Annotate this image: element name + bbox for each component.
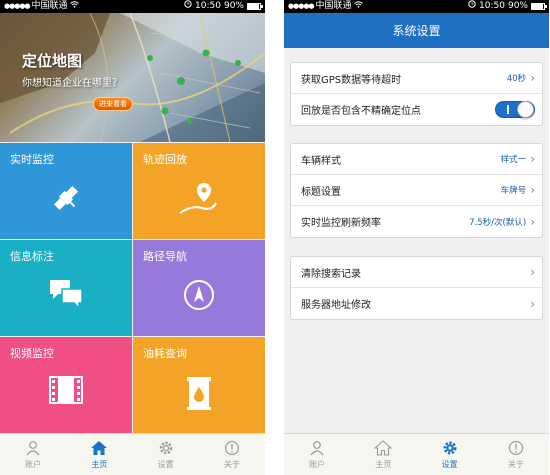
settings-group-gps: 获取GPS数据等待超时 40秒 › 回放是否包含不精确定位点 xyxy=(290,62,543,126)
setting-value: 40秒 xyxy=(506,74,527,84)
nav-label: 账户 xyxy=(309,460,326,469)
setting-value: 车牌号 xyxy=(500,186,527,196)
banner-subtitle: 你想知道企业在哪里？ xyxy=(22,78,122,89)
setting-label: 实时监控刷新频率 xyxy=(301,218,381,229)
nav-item-account[interactable]: 账户 xyxy=(0,434,66,475)
battery-percent: 90% xyxy=(507,1,528,11)
oil-barrel-icon xyxy=(133,375,265,411)
banner-title: 定位地图 xyxy=(22,52,83,70)
settings-group-misc: 清除搜索记录 › 服务器地址修改 › xyxy=(290,256,543,320)
feature-grid: 实时监控 轨迹回放 信息标注 路径导航 视频监控 油耗查询 xyxy=(0,143,265,433)
banner-enter-button[interactable]: 进来看看 xyxy=(93,97,133,111)
info-icon xyxy=(508,439,524,457)
setting-vehicle-style[interactable]: 车辆样式 样式一 › xyxy=(291,144,542,175)
setting-label: 标题设置 xyxy=(301,186,341,198)
tile-label: 油耗查询 xyxy=(143,347,187,360)
chevron-right-icon: › xyxy=(530,265,535,279)
location-pin-icon xyxy=(133,181,265,217)
nav-label: 主页 xyxy=(91,460,108,469)
alarm-clock-icon xyxy=(184,0,192,13)
bottom-nav: 账户 主页 设置 关于 xyxy=(0,433,265,475)
imprecise-points-toggle[interactable] xyxy=(495,101,535,118)
setting-label: 服务器地址修改 xyxy=(301,300,371,311)
status-time: 10:50 xyxy=(479,1,505,11)
status-bar: ●●●●● 中国联通 10:50 90% xyxy=(284,0,549,13)
bottom-nav: 账户 主页 设置 关于 xyxy=(284,433,549,475)
tile-video-monitor[interactable]: 视频监控 xyxy=(0,337,132,433)
setting-include-imprecise-points: 回放是否包含不精确定位点 xyxy=(291,94,542,125)
home-screen: ●●●●● 中国联通 10:50 90% 定位地图 你想知道企业在哪里？ 进来看… xyxy=(0,0,265,475)
film-icon xyxy=(0,375,132,405)
toggle-on-mark xyxy=(507,105,509,114)
tile-label: 路径导航 xyxy=(143,250,187,263)
tile-track-playback[interactable]: 轨迹回放 xyxy=(133,143,265,239)
setting-label: 获取GPS数据等待超时 xyxy=(301,74,402,86)
wifi-icon xyxy=(69,0,79,13)
nav-label: 设置 xyxy=(441,460,458,469)
tile-info-annotation[interactable]: 信息标注 xyxy=(0,240,132,336)
setting-clear-search-history[interactable]: 清除搜索记录 › xyxy=(291,257,542,288)
setting-refresh-rate[interactable]: 实时监控刷新频率 7.5秒/次(默认) › xyxy=(291,206,542,237)
signal-strength-icon: ●●●●● xyxy=(4,2,31,10)
signal-strength-icon: ●●●●● xyxy=(288,2,315,10)
setting-label: 清除搜索记录 xyxy=(301,268,361,280)
chevron-right-icon: › xyxy=(530,214,535,229)
tile-realtime-monitor[interactable]: 实时监控 xyxy=(0,143,132,239)
nav-item-home[interactable]: 主页 xyxy=(350,434,416,475)
setting-value: 样式一 xyxy=(500,155,527,165)
chevron-right-icon: › xyxy=(530,296,535,311)
tile-label: 轨迹回放 xyxy=(143,153,187,166)
carrier-name: 中国联通 xyxy=(315,1,352,11)
setting-gps-timeout[interactable]: 获取GPS数据等待超时 40秒 › xyxy=(291,63,542,94)
nav-item-about[interactable]: 关于 xyxy=(483,434,549,475)
alarm-clock-icon xyxy=(468,0,476,13)
home-icon xyxy=(374,439,393,457)
page-title: 系统设置 xyxy=(284,13,549,48)
chat-bubbles-icon xyxy=(0,278,132,310)
chevron-right-icon: › xyxy=(530,71,535,85)
tile-route-navigation[interactable]: 路径导航 xyxy=(133,240,265,336)
setting-title[interactable]: 标题设置 车牌号 › xyxy=(291,175,542,206)
setting-label: 回放是否包含不精确定位点 xyxy=(301,106,421,117)
user-icon xyxy=(309,439,325,457)
compass-icon xyxy=(133,278,265,312)
nav-label: 关于 xyxy=(223,460,240,469)
tile-label: 视频监控 xyxy=(10,347,54,360)
nav-item-home[interactable]: 主页 xyxy=(66,434,132,475)
nav-item-account[interactable]: 账户 xyxy=(284,434,350,475)
nav-label: 关于 xyxy=(507,460,524,469)
toggle-knob xyxy=(517,101,534,118)
carrier-name: 中国联通 xyxy=(31,1,68,11)
tile-fuel-query[interactable]: 油耗查询 xyxy=(133,337,265,433)
chevron-right-icon: › xyxy=(530,152,535,166)
setting-label: 车辆样式 xyxy=(301,155,341,167)
setting-server-address[interactable]: 服务器地址修改 › xyxy=(291,288,542,319)
gear-icon xyxy=(442,439,458,457)
satellite-icon xyxy=(0,181,132,215)
wifi-icon xyxy=(353,0,363,13)
info-icon xyxy=(224,439,240,457)
nav-item-settings[interactable]: 设置 xyxy=(417,434,483,475)
map-banner[interactable]: 定位地图 你想知道企业在哪里？ 进来看看 xyxy=(0,13,265,142)
settings-screen: ●●●●● 中国联通 10:50 90% 系统设置 获取GPS数据等待超时 40… xyxy=(284,0,549,475)
nav-label: 账户 xyxy=(25,460,42,469)
battery-icon xyxy=(531,3,547,10)
battery-icon xyxy=(247,3,263,10)
gear-icon xyxy=(158,439,174,457)
chevron-right-icon: › xyxy=(530,183,535,197)
status-bar: ●●●●● 中国联通 10:50 90% xyxy=(0,0,265,13)
nav-item-about[interactable]: 关于 xyxy=(199,434,265,475)
user-icon xyxy=(25,439,41,457)
home-icon xyxy=(90,439,108,457)
nav-label: 设置 xyxy=(157,460,174,469)
status-time: 10:50 xyxy=(195,1,221,11)
tile-label: 信息标注 xyxy=(10,250,54,263)
nav-label: 主页 xyxy=(375,460,392,469)
battery-percent: 90% xyxy=(223,1,244,11)
settings-group-display: 车辆样式 样式一 › 标题设置 车牌号 › 实时监控刷新频率 7.5秒/次(默认… xyxy=(290,143,543,238)
tile-label: 实时监控 xyxy=(10,153,54,166)
nav-item-settings[interactable]: 设置 xyxy=(133,434,199,475)
setting-value: 7.5秒/次(默认) xyxy=(469,217,527,228)
